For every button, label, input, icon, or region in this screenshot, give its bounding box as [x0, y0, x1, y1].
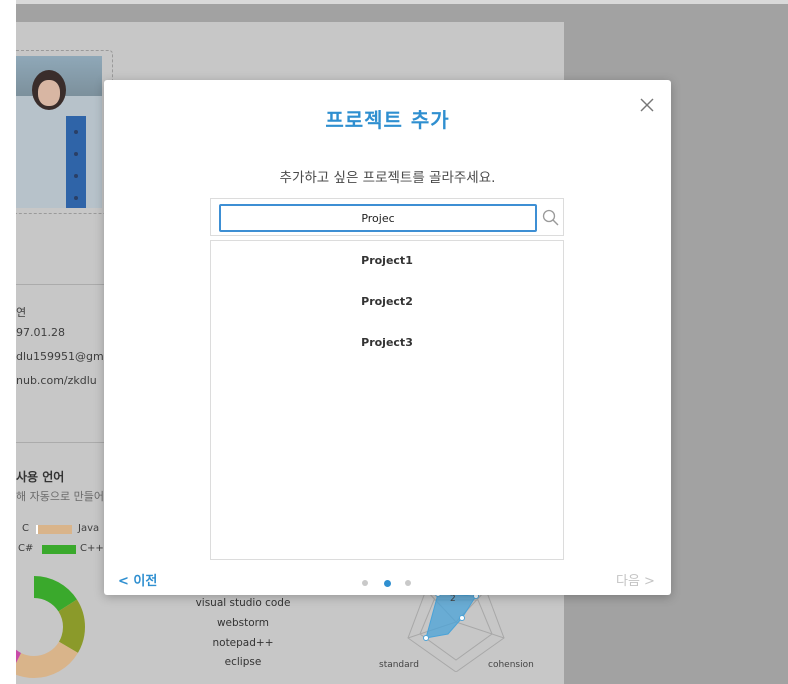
tool-item: notepad++: [212, 637, 274, 649]
tool-item: visual studio code: [195, 597, 291, 609]
project-results-list: Project1 Project2 Project3: [210, 240, 564, 560]
search-box: [210, 198, 564, 236]
window-top-strip: [16, 0, 788, 4]
language-donut-chart: [16, 576, 85, 678]
list-item[interactable]: Project1: [211, 247, 563, 275]
legend-swatch-java: [38, 525, 72, 534]
next-button[interactable]: 다음 >: [616, 570, 655, 589]
section-divider: [16, 442, 106, 443]
radar-label-standard: standard: [379, 660, 419, 670]
list-item[interactable]: Project3: [211, 329, 563, 357]
step-indicator-2: [384, 579, 391, 587]
search-input[interactable]: [219, 204, 537, 232]
legend-label-cpp: C++: [80, 543, 104, 554]
profile-birthdate: 97.01.28: [16, 326, 65, 339]
close-button[interactable]: [636, 94, 658, 116]
profile-name: 연: [16, 306, 27, 319]
modal-title: 프로젝트 추가: [325, 108, 450, 132]
legend-label-csharp: C#: [18, 543, 34, 554]
profile-github: nub.com/zkdlu: [16, 374, 97, 387]
search-icon[interactable]: [541, 208, 561, 228]
legend-label-c: C: [22, 523, 29, 534]
profile-photo: [16, 56, 102, 208]
step-indicator-1: [362, 580, 368, 586]
section-divider: [16, 284, 106, 285]
tool-item: webstorm: [216, 617, 270, 629]
prev-button[interactable]: < 이전: [118, 570, 157, 589]
legend-label-java: Java: [78, 523, 100, 534]
instruction-text: 추가하고 싶은 프로젝트를 골라주세요.: [279, 170, 496, 186]
list-item[interactable]: Project2: [211, 288, 563, 316]
languages-heading: 사용 언어: [16, 470, 65, 484]
window-left-edge: [0, 0, 16, 684]
add-project-modal: 프로젝트 추가 추가하고 싶은 프로젝트를 골라주세요. Project1 Pr…: [104, 80, 671, 595]
close-icon: [640, 98, 654, 112]
step-indicator-3: [405, 580, 411, 586]
skill-radar-chart: [407, 589, 505, 672]
languages-subtitle: 해 자동으로 만들어: [16, 490, 104, 503]
radar-center-label: 2: [450, 594, 456, 604]
tool-item: eclipse: [224, 656, 262, 668]
radar-label-cohension: cohension: [488, 660, 534, 670]
legend-swatch-cpp: [42, 545, 76, 554]
